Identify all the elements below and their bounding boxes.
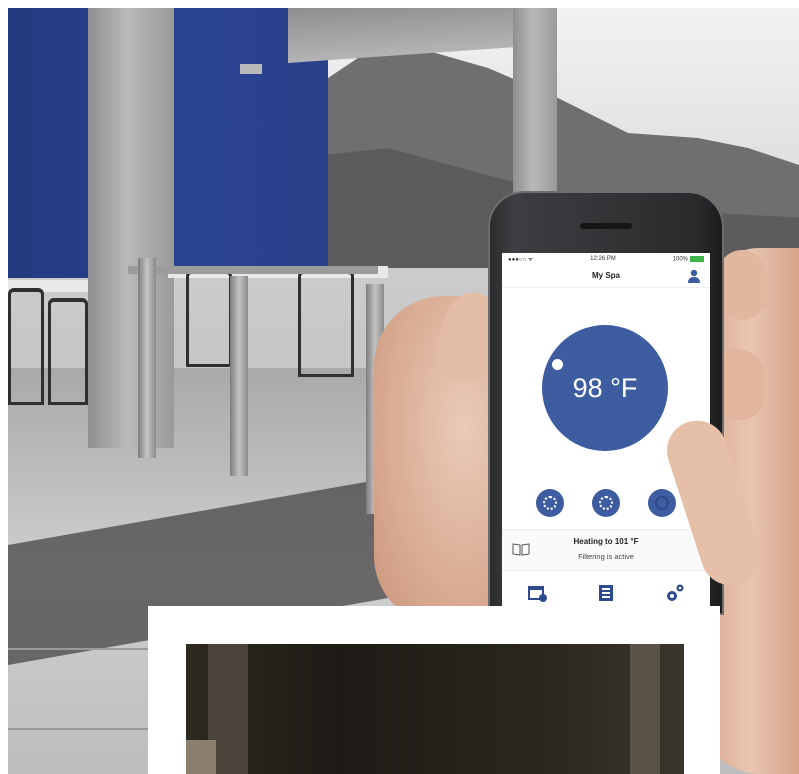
- concrete-pillar: [513, 8, 557, 218]
- secondary-photo: [186, 644, 684, 774]
- chair: [8, 288, 44, 405]
- user-icon[interactable]: [688, 269, 700, 283]
- signal-indicator: ●●●○○ ᯤ: [508, 257, 534, 263]
- smartphone: ●●●○○ ᯤ 12:26 PM 100% My Spa 98 °F Heati…: [490, 193, 722, 613]
- chair: [186, 270, 232, 367]
- light-button[interactable]: [648, 489, 676, 517]
- control-buttons: [536, 489, 676, 517]
- dial-handle[interactable]: [552, 359, 563, 370]
- status-row[interactable]: Heating to 101 °F Filtering is active ›: [502, 529, 710, 571]
- wood-beam: [630, 644, 660, 774]
- pump-icon: [543, 496, 557, 510]
- battery-icon: [690, 255, 704, 262]
- clock: 12:26 PM: [590, 256, 616, 262]
- nav-title: My Spa: [591, 271, 620, 280]
- railing-post: [138, 258, 156, 458]
- chair: [48, 298, 88, 405]
- jets-button[interactable]: [592, 489, 620, 517]
- railing-post: [230, 276, 248, 476]
- temperature-dial[interactable]: 98 °F: [542, 325, 668, 451]
- chair: [298, 270, 354, 377]
- wall-light: [240, 64, 262, 74]
- right-finger: [718, 250, 766, 320]
- status-title: Heating to 101 °F: [573, 537, 639, 546]
- nav-bar: My Spa: [502, 265, 710, 288]
- light-icon: [655, 496, 669, 510]
- glass-railing: [128, 266, 378, 274]
- settings-icon[interactable]: [664, 582, 686, 604]
- phone-speaker: [580, 223, 632, 229]
- list-icon[interactable]: [595, 582, 617, 604]
- overlay-card: [148, 606, 720, 774]
- battery-indicator: 100%: [673, 255, 704, 262]
- jets-icon: [599, 496, 613, 510]
- status-subtitle: Filtering is active: [578, 552, 634, 561]
- concrete-pillar: [88, 8, 174, 448]
- light-patch: [186, 740, 216, 774]
- pump-button[interactable]: [536, 489, 564, 517]
- temperature-readout: 98 °F: [572, 372, 638, 403]
- status-bar: ●●●○○ ᯤ 12:26 PM 100%: [502, 253, 710, 265]
- schedule-icon[interactable]: [526, 582, 548, 604]
